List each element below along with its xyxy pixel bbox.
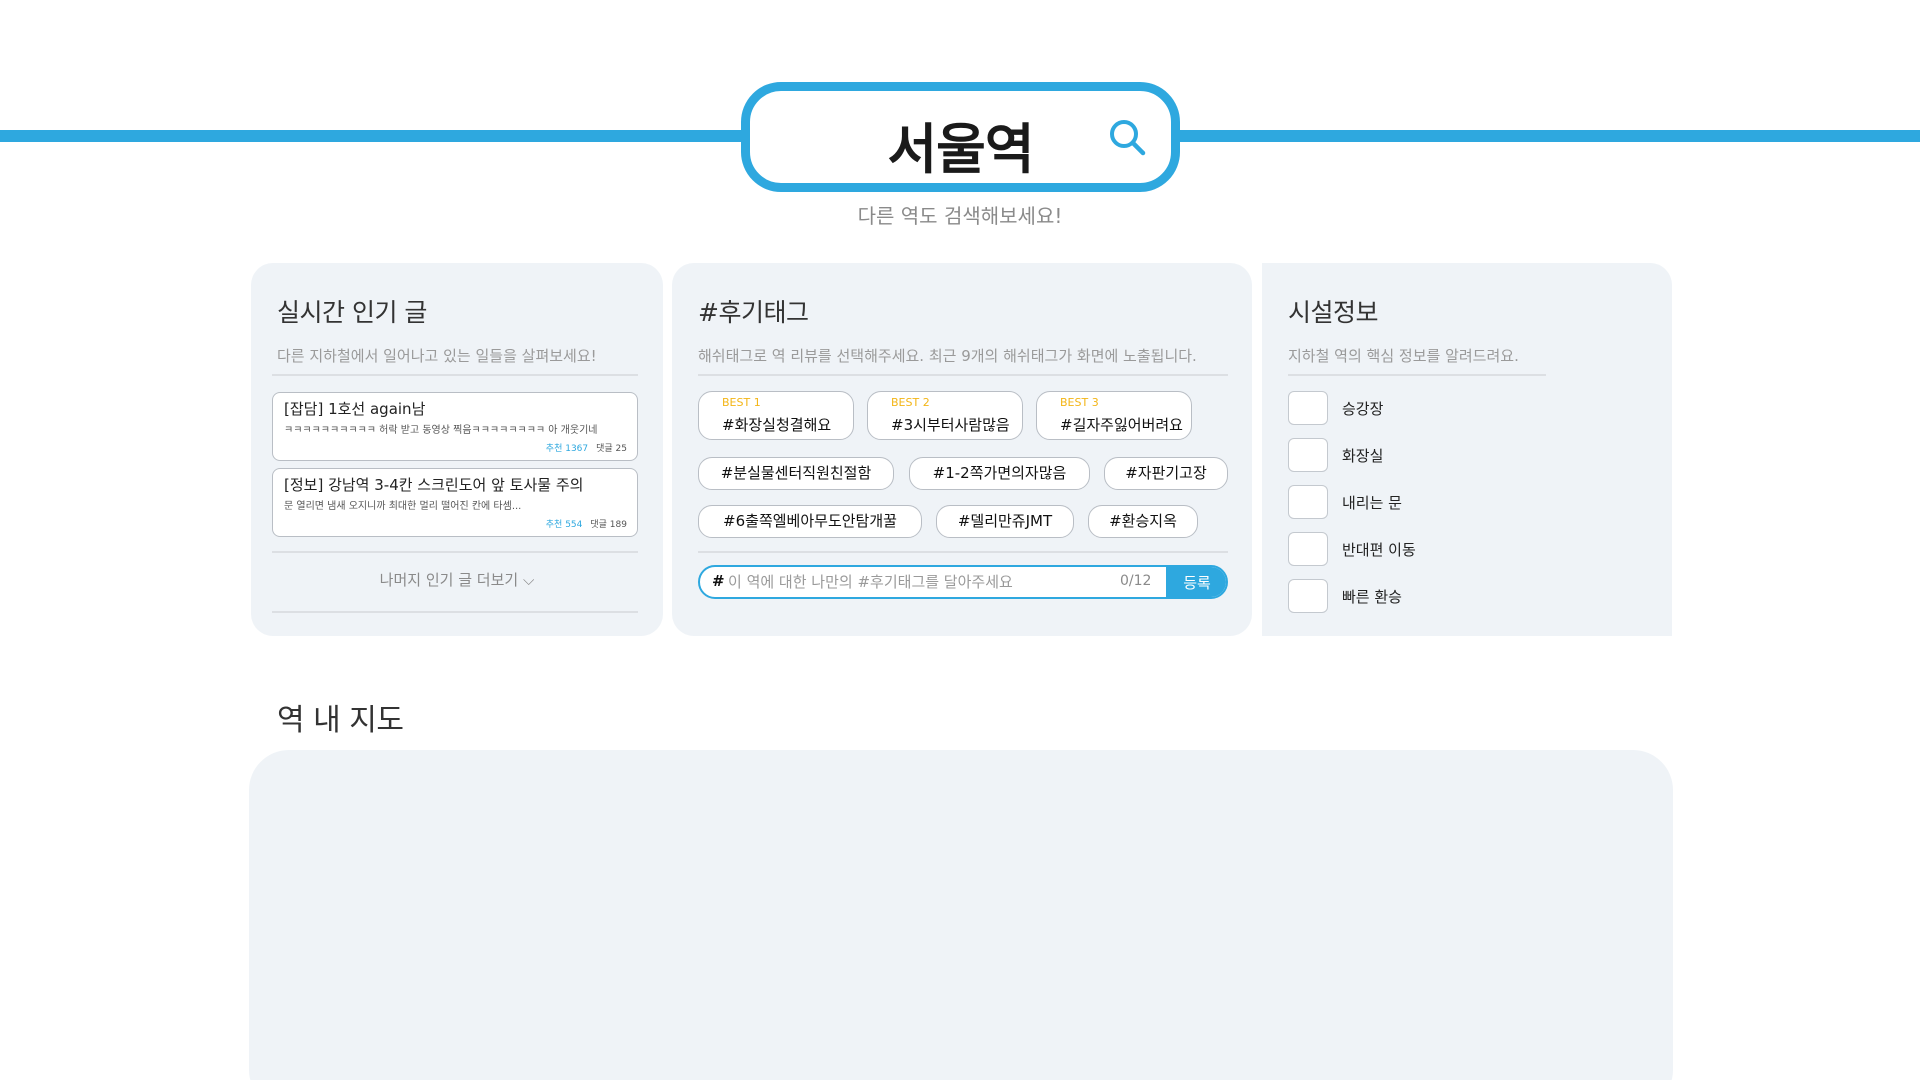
post-comment-count: 댓글 189 (590, 520, 627, 530)
review-tags-title: #후기태그 (698, 298, 809, 327)
divider (1288, 374, 1546, 376)
best-tag-text: #길자주잃어버려요 (1060, 416, 1183, 434)
best-tag-text: #3시부터사람많음 (891, 416, 1010, 434)
search-hint: 다른 역도 검색해보세요! (857, 204, 1063, 228)
post-recommend-count: 추천 1367 (545, 444, 589, 454)
popular-posts-subtitle: 다른 지하철에서 일어나고 있는 일들을 살펴보세요! (277, 347, 597, 365)
hashtag-chip[interactable]: #분실물센터직원친절함 (698, 457, 894, 490)
hashtag-input[interactable] (728, 567, 1128, 597)
hashtag-input-group: # 0/12 등록 (698, 565, 1228, 599)
best-tag-2[interactable]: BEST 2 #3시부터사람많음 (867, 391, 1023, 440)
divider (272, 374, 638, 376)
facility-label: 반대편 이동 (1342, 541, 1416, 559)
best-tag-1[interactable]: BEST 1 #화장실청결해요 (698, 391, 854, 440)
hashtag-chip[interactable]: #자판기고장 (1104, 457, 1228, 490)
facilities-title: 시설정보 (1288, 298, 1379, 327)
hashtag-chip[interactable]: #1-2쪽가면의자많음 (909, 457, 1090, 490)
char-counter: 0/12 (1120, 573, 1152, 589)
station-map-area[interactable] (249, 750, 1673, 1080)
search-icon[interactable] (1107, 117, 1147, 157)
hashtag-chip[interactable]: #델리만쥬JMT (936, 505, 1074, 538)
divider (272, 551, 638, 553)
divider (698, 374, 1228, 376)
post-title: [정보] 강남역 3-4칸 스크린도어 앞 토사물 주의 (284, 476, 584, 494)
facilities-subtitle: 지하철 역의 핵심 정보를 알려드려요. (1288, 347, 1519, 365)
post-title: [잡담] 1호선 again남 (284, 400, 426, 418)
facility-label: 빠른 환승 (1342, 588, 1402, 606)
facility-label: 화장실 (1342, 447, 1384, 465)
hashtag-chip[interactable]: #6출쪽엘베아무도안탐개꿀 (698, 505, 922, 538)
review-tags-card: #후기태그 해쉬태그로 역 리뷰를 선택해주세요. 최근 9개의 해쉬태그가 화… (672, 263, 1252, 636)
popular-posts-card: 실시간 인기 글 다른 지하철에서 일어나고 있는 일들을 살펴보세요! [잡담… (251, 263, 663, 636)
divider (272, 611, 638, 613)
post-recommend-count: 추천 554 (545, 520, 583, 530)
post-meta: 추천 1367 댓글 25 (546, 441, 627, 454)
post-preview: ㅋㅋㅋㅋㅋㅋㅋㅋㅋㅋ 허락 받고 동영상 찍음ㅋㅋㅋㅋㅋㅋㅋㅋ 아 개웃기네 (284, 425, 598, 436)
register-tag-button[interactable]: 등록 (1166, 567, 1226, 597)
best-tag-text: #화장실청결해요 (722, 416, 832, 434)
best-rank-label: BEST 2 (891, 396, 930, 409)
facility-checkbox[interactable] (1288, 485, 1328, 519)
facility-checkbox[interactable] (1288, 438, 1328, 472)
facility-checkbox[interactable] (1288, 391, 1328, 425)
post-meta: 추천 554 댓글 189 (546, 517, 627, 530)
popular-post[interactable]: [잡담] 1호선 again남 ㅋㅋㅋㅋㅋㅋㅋㅋㅋㅋ 허락 받고 동영상 찍음ㅋ… (272, 392, 638, 461)
best-rank-label: BEST 1 (722, 396, 761, 409)
hash-prefix: # (712, 572, 725, 590)
hashtag-chip[interactable]: #환승지옥 (1088, 505, 1198, 538)
facility-label: 내리는 문 (1342, 494, 1402, 512)
best-tag-3[interactable]: BEST 3 #길자주잃어버려요 (1036, 391, 1192, 440)
post-preview: 문 열리면 냄새 오지니까 최대한 멀리 떨어진 칸에 타셈... (284, 501, 522, 512)
review-tags-subtitle: 해쉬태그로 역 리뷰를 선택해주세요. 최근 9개의 해쉬태그가 화면에 노출됩… (698, 347, 1197, 365)
popular-posts-title: 실시간 인기 글 (277, 298, 427, 327)
popular-post[interactable]: [정보] 강남역 3-4칸 스크린도어 앞 토사물 주의 문 열리면 냄새 오지… (272, 468, 638, 537)
facility-checkbox[interactable] (1288, 579, 1328, 613)
station-map-title: 역 내 지도 (277, 703, 404, 738)
best-rank-label: BEST 3 (1060, 396, 1099, 409)
more-popular-posts-link[interactable]: 나머지 인기 글 더보기 ⌵ (251, 569, 663, 590)
post-comment-count: 댓글 25 (596, 444, 627, 454)
divider (698, 551, 1228, 553)
facility-label: 승강장 (1342, 400, 1384, 418)
facilities-card: 시설정보 지하철 역의 핵심 정보를 알려드려요. 승강장 화장실 내리는 문 … (1262, 263, 1672, 636)
station-search-box[interactable]: 서울역 (741, 82, 1180, 192)
facility-checkbox[interactable] (1288, 532, 1328, 566)
